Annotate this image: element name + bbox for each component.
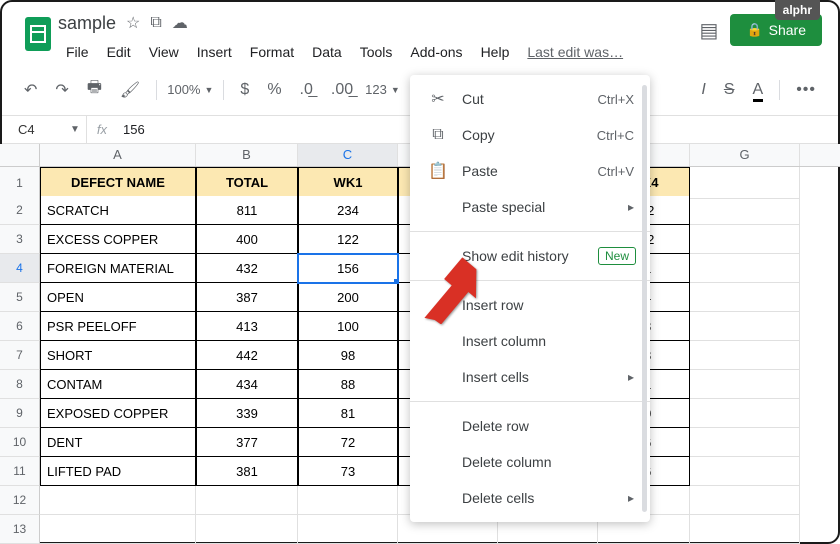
cell-A2[interactable]: SCRATCH [40, 196, 196, 225]
cell-B12[interactable] [196, 486, 298, 515]
cell-B1[interactable]: TOTAL [196, 167, 298, 199]
cell-G5[interactable] [690, 283, 800, 312]
cell-C11[interactable]: 73 [298, 457, 398, 486]
cell-B9[interactable]: 339 [196, 399, 298, 428]
cell-C5[interactable]: 200 [298, 283, 398, 312]
row-header[interactable]: 12 [0, 486, 40, 515]
cell-B6[interactable]: 413 [196, 312, 298, 341]
chevron-right-icon: ▸ [628, 200, 634, 214]
row-header[interactable]: 2 [0, 196, 40, 225]
cell-G8[interactable] [690, 370, 800, 399]
cell-C7[interactable]: 98 [298, 341, 398, 370]
cell-C6[interactable]: 100 [298, 312, 398, 341]
cell-A12[interactable] [40, 486, 196, 515]
cell-C1[interactable]: WK1 [298, 167, 398, 199]
cell-A10[interactable]: DENT [40, 428, 196, 457]
annotation-arrow [410, 254, 480, 329]
chevron-right-icon: ▸ [628, 370, 634, 384]
cell-C2[interactable]: 234 [298, 196, 398, 225]
cell-B8[interactable]: 434 [196, 370, 298, 399]
cell-B13[interactable] [196, 515, 298, 544]
watermark: alphr [775, 0, 820, 20]
row-header[interactable]: 3 [0, 225, 40, 254]
col-header-B[interactable]: B [196, 144, 298, 166]
cell-G7[interactable] [690, 341, 800, 370]
col-header-C[interactable]: C [298, 144, 398, 166]
col-header-G[interactable]: G [690, 144, 800, 166]
row-header[interactable]: 10 [0, 428, 40, 457]
cut-icon: ✂ [426, 89, 450, 109]
ctx-delete-row[interactable]: Delete row [410, 408, 650, 444]
row-header[interactable]: 4 [0, 254, 40, 283]
cell-G12[interactable] [690, 486, 800, 515]
cell-B7[interactable]: 442 [196, 341, 298, 370]
ctx-paste-special[interactable]: Paste special▸ [410, 189, 650, 225]
cell-G11[interactable] [690, 457, 800, 486]
row-header[interactable]: 9 [0, 399, 40, 428]
chevron-right-icon: ▸ [628, 491, 634, 505]
cell-A8[interactable]: CONTAM [40, 370, 196, 399]
cell-G9[interactable] [690, 399, 800, 428]
cell-C9[interactable]: 81 [298, 399, 398, 428]
cell-G6[interactable] [690, 312, 800, 341]
ctx-insert-cells[interactable]: Insert cells▸ [410, 359, 650, 395]
cell-B2[interactable]: 811 [196, 196, 298, 225]
row-header[interactable]: 13 [0, 515, 40, 544]
ctx-cut[interactable]: ✂ CutCtrl+X [410, 81, 650, 117]
select-all-corner[interactable] [0, 144, 40, 166]
cell-G4[interactable] [690, 254, 800, 283]
cell-G13[interactable] [690, 515, 800, 544]
cell-B4[interactable]: 432 [196, 254, 298, 283]
cell-G3[interactable] [690, 225, 800, 254]
row-header[interactable]: 7 [0, 341, 40, 370]
cell-C8[interactable]: 88 [298, 370, 398, 399]
cell-G2[interactable] [690, 196, 800, 225]
cell-A11[interactable]: LIFTED PAD [40, 457, 196, 486]
cell-G1[interactable] [690, 167, 800, 199]
cell-A6[interactable]: PSR PEELOFF [40, 312, 196, 341]
ctx-delete-column[interactable]: Delete column [410, 444, 650, 480]
copy-icon: ⧉ [426, 126, 450, 144]
col-header-A[interactable]: A [40, 144, 196, 166]
ctx-copy[interactable]: ⧉ CopyCtrl+C [410, 117, 650, 153]
cell-A4[interactable]: FOREIGN MATERIAL [40, 254, 196, 283]
row-header[interactable]: 11 [0, 457, 40, 486]
cell-C13[interactable] [298, 515, 398, 544]
cell-A3[interactable]: EXCESS COPPER [40, 225, 196, 254]
new-badge: New [598, 247, 636, 265]
row-header[interactable]: 5 [0, 283, 40, 312]
row-header[interactable]: 8 [0, 370, 40, 399]
cell-B10[interactable]: 377 [196, 428, 298, 457]
paste-icon: 📋 [426, 161, 450, 181]
cell-C12[interactable] [298, 486, 398, 515]
cell-C10[interactable]: 72 [298, 428, 398, 457]
cell-B3[interactable]: 400 [196, 225, 298, 254]
row-header[interactable]: 1 [0, 167, 40, 199]
cell-B5[interactable]: 387 [196, 283, 298, 312]
cell-A13[interactable] [40, 515, 196, 544]
cell-A1[interactable]: DEFECT NAME [40, 167, 196, 199]
cell-G10[interactable] [690, 428, 800, 457]
ctx-delete-cells[interactable]: Delete cells▸ [410, 480, 650, 516]
row-header[interactable]: 6 [0, 312, 40, 341]
cell-B11[interactable]: 381 [196, 457, 298, 486]
cell-A7[interactable]: SHORT [40, 341, 196, 370]
ctx-paste[interactable]: 📋 PasteCtrl+V [410, 153, 650, 189]
cell-A5[interactable]: OPEN [40, 283, 196, 312]
cell-A9[interactable]: EXPOSED COPPER [40, 399, 196, 428]
cell-C3[interactable]: 122 [298, 225, 398, 254]
cell-C4[interactable]: 156 [298, 254, 398, 283]
